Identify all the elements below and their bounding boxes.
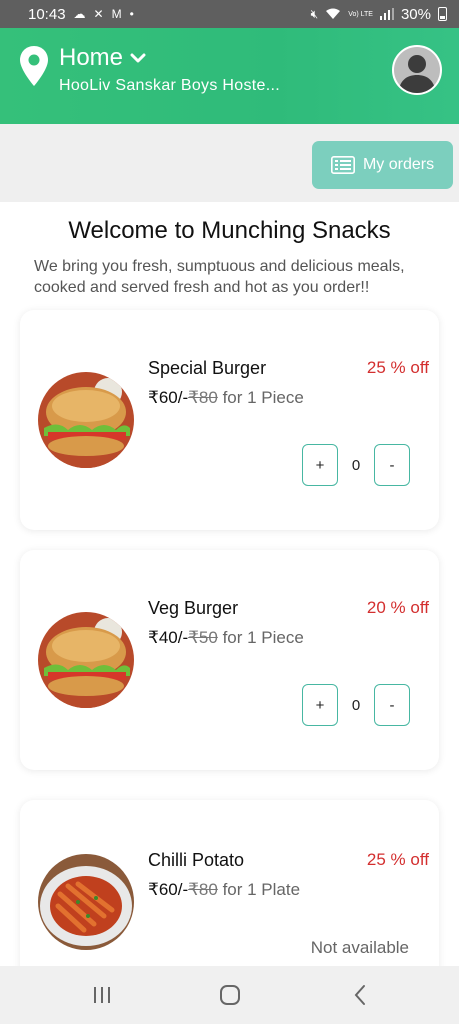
- mute-icon: 🔇︎: [310, 7, 319, 21]
- current-price: ₹60/-: [148, 388, 189, 407]
- special-burger-image: [38, 372, 134, 468]
- tagline: We bring you fresh, sumptuous and delici…: [34, 258, 405, 296]
- price-line: ₹60/-₹80 for 1 Piece: [148, 388, 304, 408]
- status-time: 10:43: [28, 5, 66, 23]
- price-line: ₹60/-₹80 for 1 Plate: [148, 880, 300, 900]
- battery-text: 30%: [400, 5, 431, 23]
- original-price: ₹50: [188, 628, 218, 647]
- dot-icon: •: [129, 7, 134, 21]
- menu-item-card: Veg Burger 20 % off ₹40/-₹50 for 1 Piece…: [20, 550, 439, 770]
- item-name: Chilli Potato: [148, 850, 245, 870]
- availability-status: Not available: [310, 938, 409, 957]
- main-content: Welcome to Munching Snacks We bring you …: [0, 202, 459, 966]
- wifi-icon: [326, 8, 341, 19]
- location-selector[interactable]: Home: [59, 44, 146, 72]
- system-nav-bar: [0, 966, 459, 1024]
- decrement-button[interactable]: -: [374, 444, 410, 486]
- gmail-icon: M: [111, 7, 122, 21]
- location-subtitle[interactable]: HooLiv Sanskar Boys Hoste...: [59, 77, 280, 95]
- home-button[interactable]: [200, 966, 260, 1024]
- quantity-stepper: + 0 -: [302, 684, 410, 726]
- price-unit: for 1 Plate: [217, 880, 301, 899]
- price-unit: for 1 Piece: [217, 628, 304, 647]
- signal-icon: [379, 8, 394, 20]
- quantity-value: 0: [351, 456, 361, 474]
- user-avatar-icon: [394, 47, 440, 93]
- increment-button[interactable]: +: [302, 444, 338, 486]
- current-price: ₹40/-: [148, 628, 189, 647]
- quantity-stepper: + 0 -: [302, 444, 410, 486]
- quantity-value: 0: [351, 696, 361, 714]
- recent-apps-icon: [94, 987, 110, 1003]
- back-icon: [354, 985, 365, 1005]
- chevron-down-icon[interactable]: [130, 52, 146, 64]
- my-orders-button[interactable]: My orders: [312, 141, 453, 189]
- cloud-icon: ☁: [73, 7, 86, 21]
- status-right: 🔇︎ Vo) LTE 30%: [311, 6, 447, 23]
- discount-badge: 25 % off: [366, 358, 429, 377]
- discount-badge: 20 % off: [366, 598, 429, 617]
- recent-apps-button[interactable]: [72, 966, 132, 1024]
- page-title: Welcome to Munching Snacks: [68, 217, 391, 244]
- increment-button[interactable]: +: [302, 684, 338, 726]
- status-left: 10:43 ☁ ✕ M •: [28, 6, 134, 23]
- current-price: ₹60/-: [148, 880, 189, 899]
- orders-strip: My orders: [0, 124, 459, 202]
- chilli-potato-image: [38, 854, 134, 950]
- price-line: ₹40/-₹50 for 1 Piece: [148, 628, 304, 648]
- menu-item-card: Chilli Potato 25 % off ₹60/-₹80 for 1 Pl…: [20, 800, 439, 966]
- location-title[interactable]: Home: [59, 44, 123, 72]
- list-icon: [330, 156, 355, 174]
- x-icon: ✕: [93, 7, 104, 21]
- avatar[interactable]: [392, 45, 442, 95]
- status-bar: 10:43 ☁ ✕ M • 🔇︎ Vo) LTE 30%: [0, 0, 459, 28]
- item-name: Special Burger: [148, 358, 267, 378]
- my-orders-label: My orders: [362, 156, 435, 173]
- location-pin-icon[interactable]: [20, 46, 48, 86]
- veg-burger-image: [38, 612, 134, 708]
- app-header: Home HooLiv Sanskar Boys Hoste...: [0, 28, 459, 124]
- original-price: ₹80: [188, 388, 218, 407]
- original-price: ₹80: [188, 880, 218, 899]
- network-label: Vo) LTE: [348, 10, 373, 18]
- menu-item-card: Special Burger 25 % off ₹60/-₹80 for 1 P…: [20, 310, 439, 530]
- back-button[interactable]: [330, 966, 390, 1024]
- battery-icon: [438, 7, 447, 21]
- item-name: Veg Burger: [148, 598, 239, 618]
- home-icon: [220, 985, 240, 1005]
- discount-badge: 25 % off: [366, 850, 429, 869]
- decrement-button[interactable]: -: [374, 684, 410, 726]
- price-unit: for 1 Piece: [217, 388, 304, 407]
